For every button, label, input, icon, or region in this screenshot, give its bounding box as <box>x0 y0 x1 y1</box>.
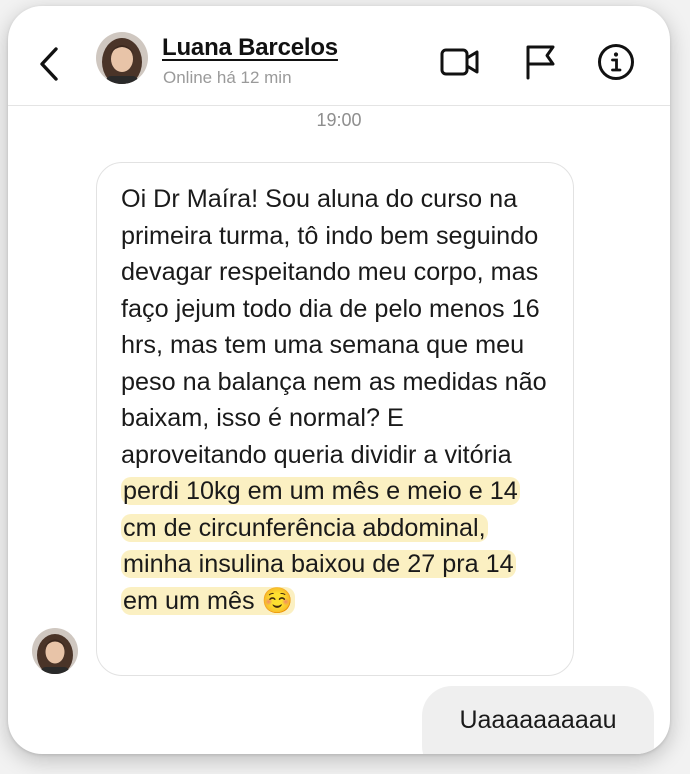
flag-icon <box>526 45 555 80</box>
video-camera-icon <box>440 48 479 76</box>
online-status: Online há 12 min <box>163 68 292 87</box>
smiling-face-emoji: ☺️ <box>261 586 293 615</box>
chat-header: Luana Barcelos Online há 12 min <box>8 6 670 106</box>
outgoing-message-text: Uaaaaaaaaau <box>459 706 617 734</box>
sender-avatar[interactable] <box>32 628 78 674</box>
message-text: Oi Dr Maíra! Sou aluna do curso na prime… <box>121 185 547 469</box>
incoming-message-bubble[interactable]: Oi Dr Maíra! Sou aluna do curso na prime… <box>96 162 574 676</box>
message-timestamp: 19:00 <box>316 110 362 130</box>
contact-avatar[interactable] <box>96 32 148 84</box>
info-icon <box>598 44 634 80</box>
chat-window: Luana Barcelos Online há 12 min 19:00 Oi… <box>8 6 670 754</box>
info-button[interactable] <box>596 42 636 82</box>
report-button[interactable] <box>520 42 560 82</box>
video-call-button[interactable] <box>440 42 480 82</box>
contact-name[interactable]: Luana Barcelos <box>162 34 338 62</box>
highlighted-text: perdi 10kg em um mês e meio e 14 cm de c… <box>121 477 520 615</box>
back-button[interactable] <box>34 44 64 84</box>
outgoing-message-bubble[interactable]: Uaaaaaaaaau <box>422 686 654 754</box>
chevron-left-icon <box>40 47 58 81</box>
